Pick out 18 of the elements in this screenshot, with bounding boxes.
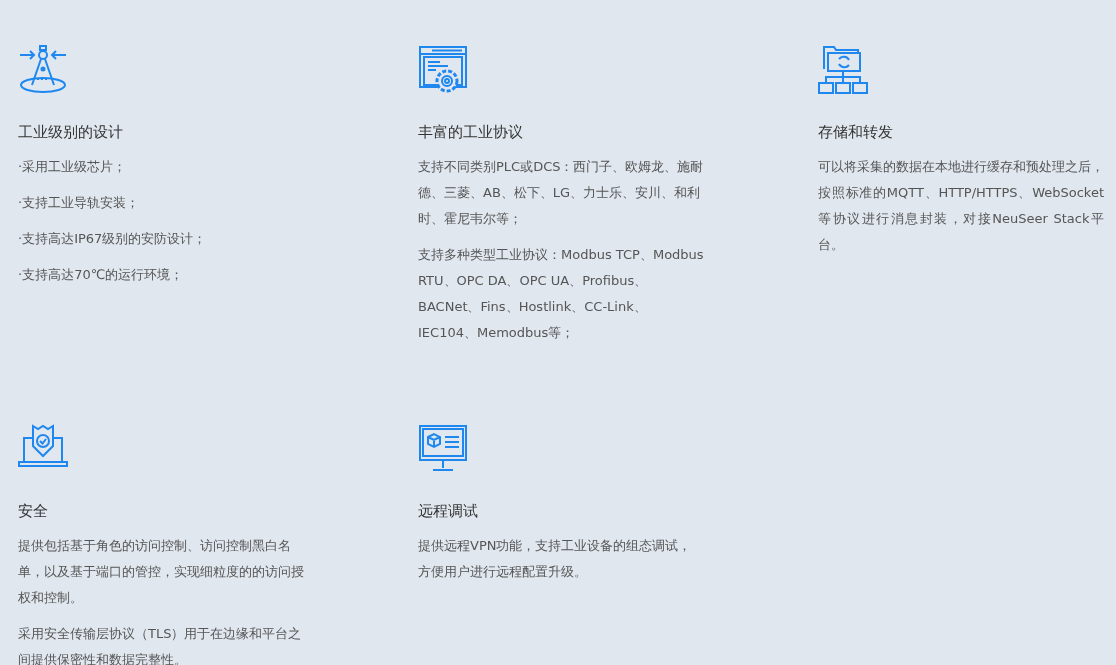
feature-description: 可以将采集的数据在本地进行缓存和预处理之后，按照标准的MQTT、HTTP/HTTPS、WebSocket等协议进行消息封装，对接NeuSeer Stack平台。	[818, 158, 1104, 254]
compass-icon	[18, 45, 68, 95]
monitor-icon	[418, 424, 468, 474]
feature-description: 支持多种类型工业协议：Modbus TCP、Modbus RTU、OPC DA、OPC UA、Profibus、BACNet、Fins、Hostlink、CC-Link、IEC104、Memodbus等；	[418, 246, 704, 342]
feature-description: ·支持高达70℃的运行环境；	[18, 266, 185, 284]
feature-description: 提供包括基于角色的访问控制、访问控制黑白名单，以及基于端口的管控，实现细粒度的的访问授权和控制。	[18, 537, 304, 607]
folder-network-icon	[818, 45, 868, 95]
feature-title: 安全	[18, 501, 49, 522]
feature-description: 提供远程VPN功能，支持工业设备的组态调试，方便用户进行远程配置升级。	[418, 537, 693, 581]
feature-description: ·采用工业级芯片；	[18, 158, 128, 176]
feature-title: 存储和转发	[818, 122, 894, 143]
feature-description: 支持不同类别PLC或DCS：西门子、欧姆龙、施耐德、三菱、AB、松下、LG、力士乐、安川、和利时、霍尼韦尔等；	[418, 158, 704, 228]
feature-description: ·支持工业导轨安装；	[18, 194, 141, 212]
browser-gear-icon	[418, 45, 468, 95]
feature-title: 远程调试	[418, 501, 479, 522]
feature-title: 丰富的工业协议	[418, 122, 524, 143]
feature-description: ·支持高达IP67级别的安防设计；	[18, 230, 208, 248]
feature-title: 工业级别的设计	[18, 122, 124, 143]
